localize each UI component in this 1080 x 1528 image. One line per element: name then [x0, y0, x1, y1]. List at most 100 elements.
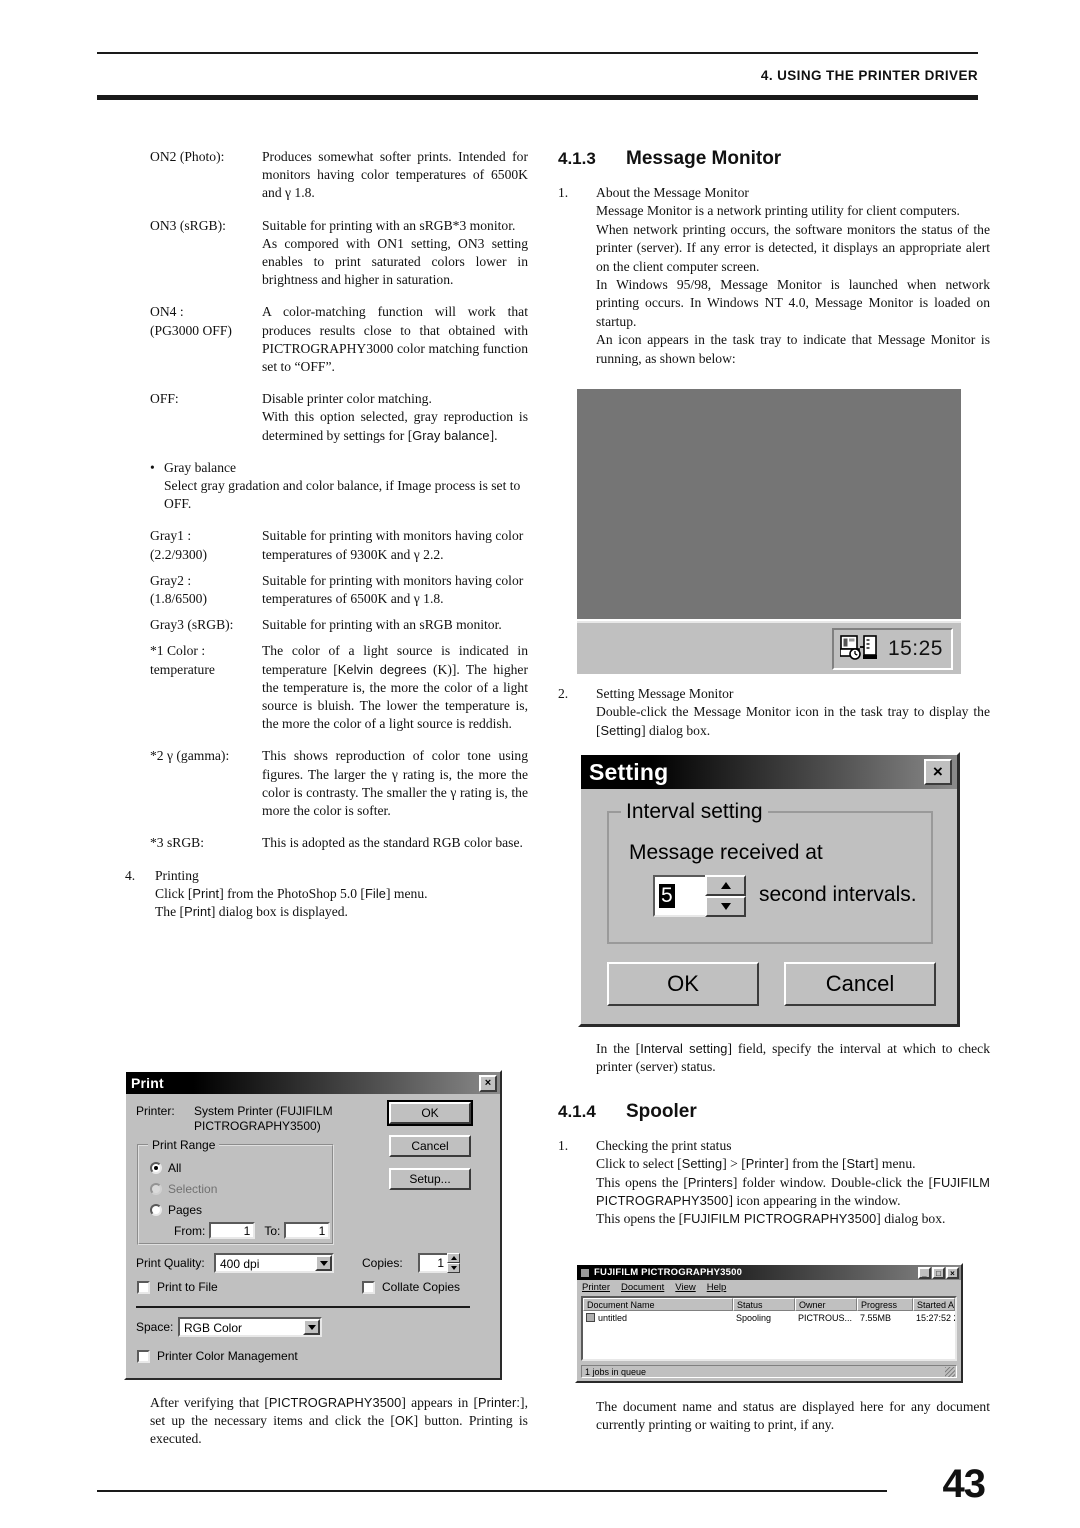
- gray-balance-heading-text: Gray balance: [164, 459, 237, 475]
- text-fragment: Click [: [155, 885, 193, 901]
- print-queue-header[interactable]: Document Name Status Owner Progress Star…: [583, 1298, 955, 1311]
- resize-grip-icon[interactable]: [945, 1366, 955, 1377]
- footnote-term: *3 sRGB:: [150, 835, 205, 851]
- print-quality-select[interactable]: 400 dpi: [214, 1253, 334, 1273]
- menu-item-printer[interactable]: Printer: [582, 1282, 610, 1293]
- column-header-progress[interactable]: Progress: [857, 1298, 913, 1311]
- radio-icon[interactable]: [150, 1204, 162, 1216]
- spin-up-icon[interactable]: [705, 875, 746, 896]
- definition-term: ON2 (Photo):: [150, 149, 225, 164]
- copies-value[interactable]: 1: [418, 1253, 447, 1273]
- definition-body-line-2: As compored with ON1 setting, ON3 settin…: [262, 235, 528, 288]
- print-dialog[interactable]: Print × Printer: System Printer (FUJIFIL…: [124, 1070, 502, 1380]
- step-1-about-message-monitor: 1. About the Message Monitor Message Mon…: [558, 184, 990, 368]
- menu-item-view[interactable]: View: [675, 1282, 695, 1293]
- radio-pages[interactable]: Pages: [150, 1203, 202, 1217]
- spooler-menubar[interactable]: Printer Document View Help: [577, 1280, 961, 1294]
- copies-spin-buttons[interactable]: [447, 1253, 460, 1273]
- section-number: 4.1.3: [558, 149, 596, 168]
- to-input[interactable]: 1: [284, 1222, 331, 1239]
- footnote-term-line-1: *1 Color :: [150, 643, 206, 659]
- interval-spin-buttons[interactable]: [705, 875, 746, 917]
- print-dialog-title: Print: [131, 1075, 164, 1091]
- text-fragment: This opens the [: [596, 1211, 684, 1227]
- definition-body-line-2: With this option selected, gray reproduc…: [262, 408, 528, 444]
- copies-stepper[interactable]: 1: [418, 1253, 460, 1273]
- text-fragment: ] menu.: [385, 885, 428, 901]
- close-icon[interactable]: ×: [946, 1266, 959, 1279]
- spin-up-icon[interactable]: [447, 1253, 460, 1263]
- column-header-document-name[interactable]: Document Name: [583, 1298, 733, 1311]
- cancel-button[interactable]: Cancel: [389, 1135, 471, 1157]
- space-select[interactable]: RGB Color: [178, 1317, 322, 1337]
- page-range-fields[interactable]: From: 1 To: 1: [174, 1222, 331, 1239]
- space-label: Space:: [136, 1320, 174, 1334]
- step-number: 4.: [125, 867, 136, 883]
- minimize-icon[interactable]: _: [918, 1266, 931, 1279]
- maximize-icon[interactable]: □: [932, 1266, 945, 1279]
- column-header-owner[interactable]: Owner: [795, 1298, 857, 1311]
- radio-icon[interactable]: [150, 1162, 162, 1174]
- spooler-titlebar[interactable]: FUJIFILM PICTROGRAPHY3500 _ □ ×: [577, 1265, 961, 1280]
- interval-value-field[interactable]: 5: [653, 875, 705, 917]
- section-title: Message Monitor: [626, 148, 782, 169]
- checkbox-icon[interactable]: [362, 1280, 375, 1294]
- text-fragment: ] dialog box.: [876, 1211, 946, 1227]
- print-queue-list[interactable]: Document Name Status Owner Progress Star…: [581, 1296, 957, 1361]
- text-fragment: ] icon appearing in the window.: [728, 1193, 901, 1209]
- chevron-down-icon[interactable]: [315, 1255, 332, 1271]
- cancel-button[interactable]: Cancel: [784, 962, 936, 1006]
- table-row[interactable]: untitled Spooling PICTROUS... 7.55MB 15:…: [583, 1311, 955, 1324]
- spin-down-icon[interactable]: [705, 896, 746, 917]
- definition-off: OFF: Disable printer color matching. Wit…: [150, 390, 528, 445]
- checkbox-icon[interactable]: [137, 1349, 150, 1363]
- print-to-file-checkbox[interactable]: Print to File: [137, 1280, 218, 1294]
- spooler-closing-note: The document name and status are display…: [596, 1399, 990, 1433]
- ok-button[interactable]: OK: [387, 1100, 473, 1126]
- space-value: RGB Color: [184, 1321, 243, 1335]
- print-quality-label: Print Quality:: [136, 1256, 205, 1270]
- spooler-window[interactable]: FUJIFILM PICTROGRAPHY3500 _ □ × Printer …: [575, 1263, 963, 1383]
- spin-down-icon[interactable]: [447, 1263, 460, 1273]
- to-label: To:: [264, 1223, 281, 1238]
- ui-token-setting: Setting: [681, 1156, 723, 1172]
- definition-term: Gray2 : (1.8/6500): [150, 572, 262, 608]
- system-tray[interactable]: 15:25: [831, 627, 953, 670]
- menu-item-document[interactable]: Document: [621, 1282, 664, 1293]
- close-icon[interactable]: ×: [924, 759, 952, 785]
- from-input[interactable]: 1: [209, 1222, 256, 1239]
- interval-setting-legend: Interval setting: [621, 800, 768, 824]
- interval-stepper[interactable]: 5: [653, 875, 748, 917]
- printer-color-management-checkbox[interactable]: Printer Color Management: [137, 1349, 298, 1363]
- print-dialog-titlebar[interactable]: Print ×: [126, 1072, 500, 1094]
- text-fragment: ] menu.: [874, 1156, 916, 1172]
- section-heading-414: 4.1.4 Spooler: [558, 1101, 990, 1123]
- close-icon[interactable]: ×: [479, 1074, 497, 1092]
- footnote-gamma: *2 γ (gamma): This shows reproduction of…: [150, 747, 528, 820]
- menu-item-help[interactable]: Help: [707, 1282, 727, 1293]
- step-paragraph-4: An icon appears in the task tray to indi…: [596, 332, 990, 366]
- column-header-status[interactable]: Status: [733, 1298, 795, 1311]
- checkbox-icon[interactable]: [137, 1280, 150, 1294]
- status-bar-text: 1 jobs in queue: [585, 1366, 647, 1377]
- ok-button[interactable]: OK: [607, 962, 759, 1006]
- collate-copies-checkbox[interactable]: Collate Copies: [362, 1280, 460, 1294]
- chevron-down-icon[interactable]: [303, 1319, 320, 1335]
- definition-body: Suitable for printing with monitors havi…: [262, 528, 524, 562]
- ui-token-kelvin-degrees: Kelvin degrees: [337, 661, 427, 677]
- ui-token-fujifilm-pictrography3500-dialog: FUJIFILM PICTROGRAPHY3500: [683, 1211, 877, 1227]
- radio-all[interactable]: All: [150, 1161, 181, 1175]
- interval-value: 5: [659, 884, 675, 908]
- column-header-started-at[interactable]: Started At: [913, 1298, 955, 1311]
- step-paragraph-1: Message Monitor is a network printing ut…: [596, 203, 960, 219]
- print-to-file-label: Print to File: [157, 1280, 218, 1294]
- definition-term: Gray3 (sRGB):: [150, 617, 234, 633]
- setup-button[interactable]: Setup...: [389, 1168, 471, 1190]
- definition-body: Suitable for printing with an sRGB*3 mon…: [262, 217, 528, 290]
- message-monitor-tray-icon[interactable]: [839, 634, 880, 664]
- setting-dialog-titlebar[interactable]: Setting ×: [581, 755, 957, 789]
- manual-page: 4. USING THE PRINTER DRIVER ON2 (Photo):…: [0, 0, 1080, 1528]
- setting-dialog[interactable]: Setting × Interval setting Message recei…: [578, 752, 960, 1027]
- step-title: Setting Message Monitor: [596, 686, 734, 701]
- left-column: ON2 (Photo): Produces somewhat softer pr…: [125, 148, 528, 922]
